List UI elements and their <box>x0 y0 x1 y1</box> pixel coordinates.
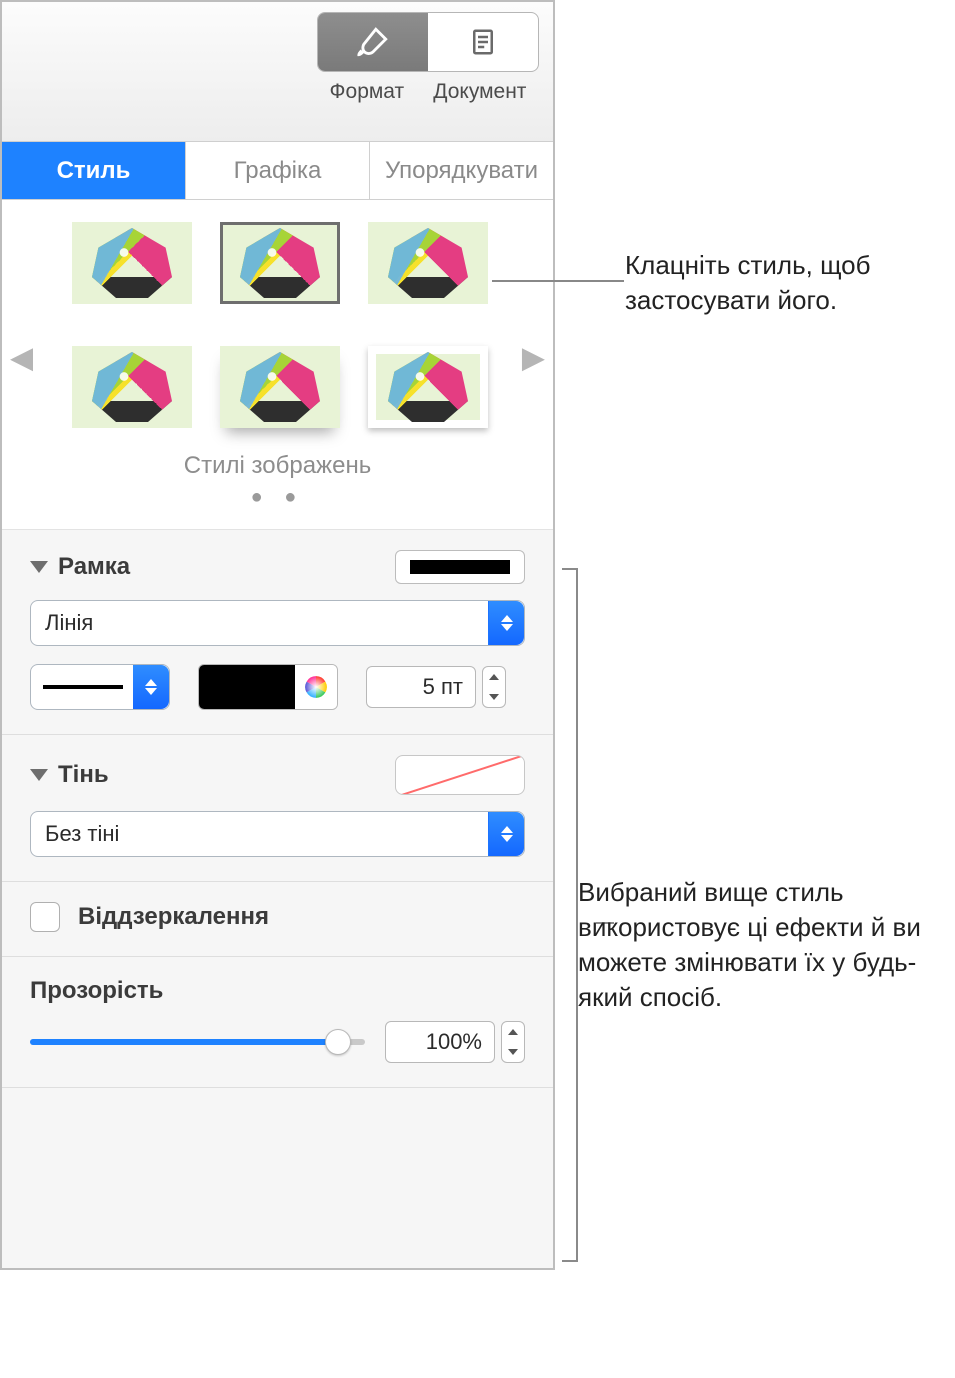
stroke-width-input[interactable]: 5 пт <box>366 666 476 708</box>
frame-color-swatch[interactable] <box>199 665 295 709</box>
format-segment[interactable] <box>318 13 428 71</box>
combo-stepper-icon <box>133 665 169 709</box>
image-styles-gallery: ◀ ▶ Стилі зображень ● ● <box>2 200 553 530</box>
stroke-width-stepper[interactable] <box>482 666 506 708</box>
shadow-type-value: Без тіні <box>45 821 119 847</box>
slider-knob[interactable] <box>325 1029 351 1055</box>
style-thumb-2-selected[interactable] <box>220 222 340 304</box>
callout-effects: Вибраний вище стиль використовує ці ефек… <box>578 875 948 1015</box>
line-style-combo[interactable] <box>30 664 170 710</box>
shadow-type-combo[interactable]: Без тіні <box>30 811 525 857</box>
tab-style[interactable]: Стиль <box>2 142 186 199</box>
callout-bracket <box>562 568 578 1262</box>
opacity-stepper[interactable] <box>501 1021 525 1063</box>
tab-graphic[interactable]: Графіка <box>186 142 370 199</box>
color-picker-button[interactable] <box>295 665 337 709</box>
shadow-disclosure-icon[interactable] <box>30 769 48 781</box>
shadow-title: Тінь <box>58 761 109 789</box>
style-thumb-1[interactable] <box>72 222 192 304</box>
opacity-field: 100% <box>385 1021 525 1063</box>
opacity-slider[interactable] <box>30 1039 365 1045</box>
reflection-label: Віддзеркалення <box>78 903 269 931</box>
gallery-title: Стилі зображень <box>30 452 525 480</box>
opacity-title: Прозорість <box>30 977 525 1005</box>
stroke-width-field: 5 пт <box>366 666 506 708</box>
chevron-down-icon <box>508 1049 518 1055</box>
inspector-segmented-control <box>317 12 539 72</box>
reflection-section: Віддзеркалення <box>2 882 553 957</box>
document-label: Документ <box>433 80 526 104</box>
opacity-input[interactable]: 100% <box>385 1021 495 1063</box>
frame-section: Рамка Лінія <box>2 530 553 735</box>
format-label: Формат <box>330 80 405 104</box>
gallery-next-button[interactable]: ▶ <box>522 340 545 375</box>
chevron-up-icon <box>508 1029 518 1035</box>
opacity-section: Прозорість 100% <box>2 957 553 1088</box>
inspector-tabs: Стиль Графіка Упорядкувати <box>2 142 553 200</box>
callout-apply-style: Клацніть стиль, щоб застосувати його. <box>625 248 935 318</box>
shadow-none-swatch[interactable] <box>395 755 525 795</box>
gallery-prev-button[interactable]: ◀ <box>10 340 33 375</box>
combo-stepper-icon <box>488 812 524 856</box>
opacity-value: 100% <box>426 1029 482 1055</box>
frame-disclosure-icon[interactable] <box>30 561 48 573</box>
callout-leader-line <box>492 280 624 282</box>
segment-labels: Формат Документ <box>315 80 541 104</box>
frame-type-value: Лінія <box>45 610 93 636</box>
frame-color-well[interactable] <box>198 664 338 710</box>
style-thumb-3[interactable] <box>368 222 488 304</box>
frame-type-combo[interactable]: Лінія <box>30 600 525 646</box>
combo-stepper-icon <box>488 601 524 645</box>
tab-arrange[interactable]: Упорядкувати <box>370 142 553 199</box>
style-thumb-6[interactable] <box>368 346 488 428</box>
reflection-checkbox[interactable] <box>30 902 60 932</box>
stroke-width-value: 5 пт <box>423 674 463 700</box>
color-wheel-icon <box>303 674 329 700</box>
format-inspector-panel: Формат Документ Стиль Графіка Упорядкува… <box>0 0 555 1270</box>
shadow-section: Тінь Без тіні <box>2 735 553 882</box>
brush-icon <box>356 25 390 59</box>
gallery-page-dots[interactable]: ● ● <box>30 486 525 509</box>
style-thumb-4[interactable] <box>72 346 192 428</box>
chevron-up-icon <box>489 674 499 680</box>
document-icon <box>468 25 498 59</box>
inspector-toolbar: Формат Документ <box>2 2 553 142</box>
chevron-down-icon <box>489 694 499 700</box>
frame-preview-swatch[interactable] <box>395 550 525 584</box>
frame-title: Рамка <box>58 553 130 581</box>
document-segment[interactable] <box>428 13 538 71</box>
style-thumb-5[interactable] <box>220 346 340 428</box>
